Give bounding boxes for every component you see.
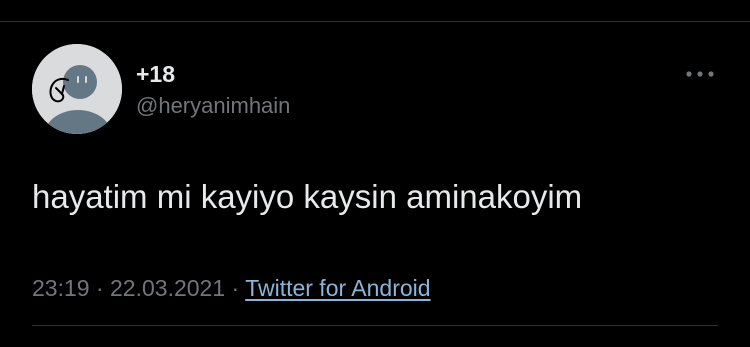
tweet-author: +18 @heryanimhain	[136, 60, 290, 120]
tweet-source-link[interactable]: Twitter for Android	[245, 275, 430, 301]
display-name[interactable]: +18	[136, 60, 290, 88]
meta-separator-2: ·	[231, 275, 240, 301]
user-handle[interactable]: @heryanimhain	[136, 92, 290, 120]
more-options-button[interactable]	[684, 64, 716, 84]
tweet-time[interactable]: 23:19	[32, 275, 90, 301]
anonymous-avatar-icon	[32, 44, 122, 134]
tweet-screen: +18 @heryanimhain hayatim mi kayiyo kays…	[0, 0, 750, 347]
bottom-divider	[32, 325, 718, 326]
top-divider	[0, 21, 750, 22]
tweet-metadata: 23:19 · 22.03.2021 · Twitter for Android	[32, 273, 431, 303]
tweet-date[interactable]: 22.03.2021	[110, 275, 225, 301]
more-horizontal-icon	[686, 71, 714, 77]
avatar[interactable]	[32, 44, 122, 134]
meta-separator: ·	[95, 275, 104, 301]
tweet-text: hayatim mi kayiyo kaysin aminakoyim	[32, 178, 583, 215]
